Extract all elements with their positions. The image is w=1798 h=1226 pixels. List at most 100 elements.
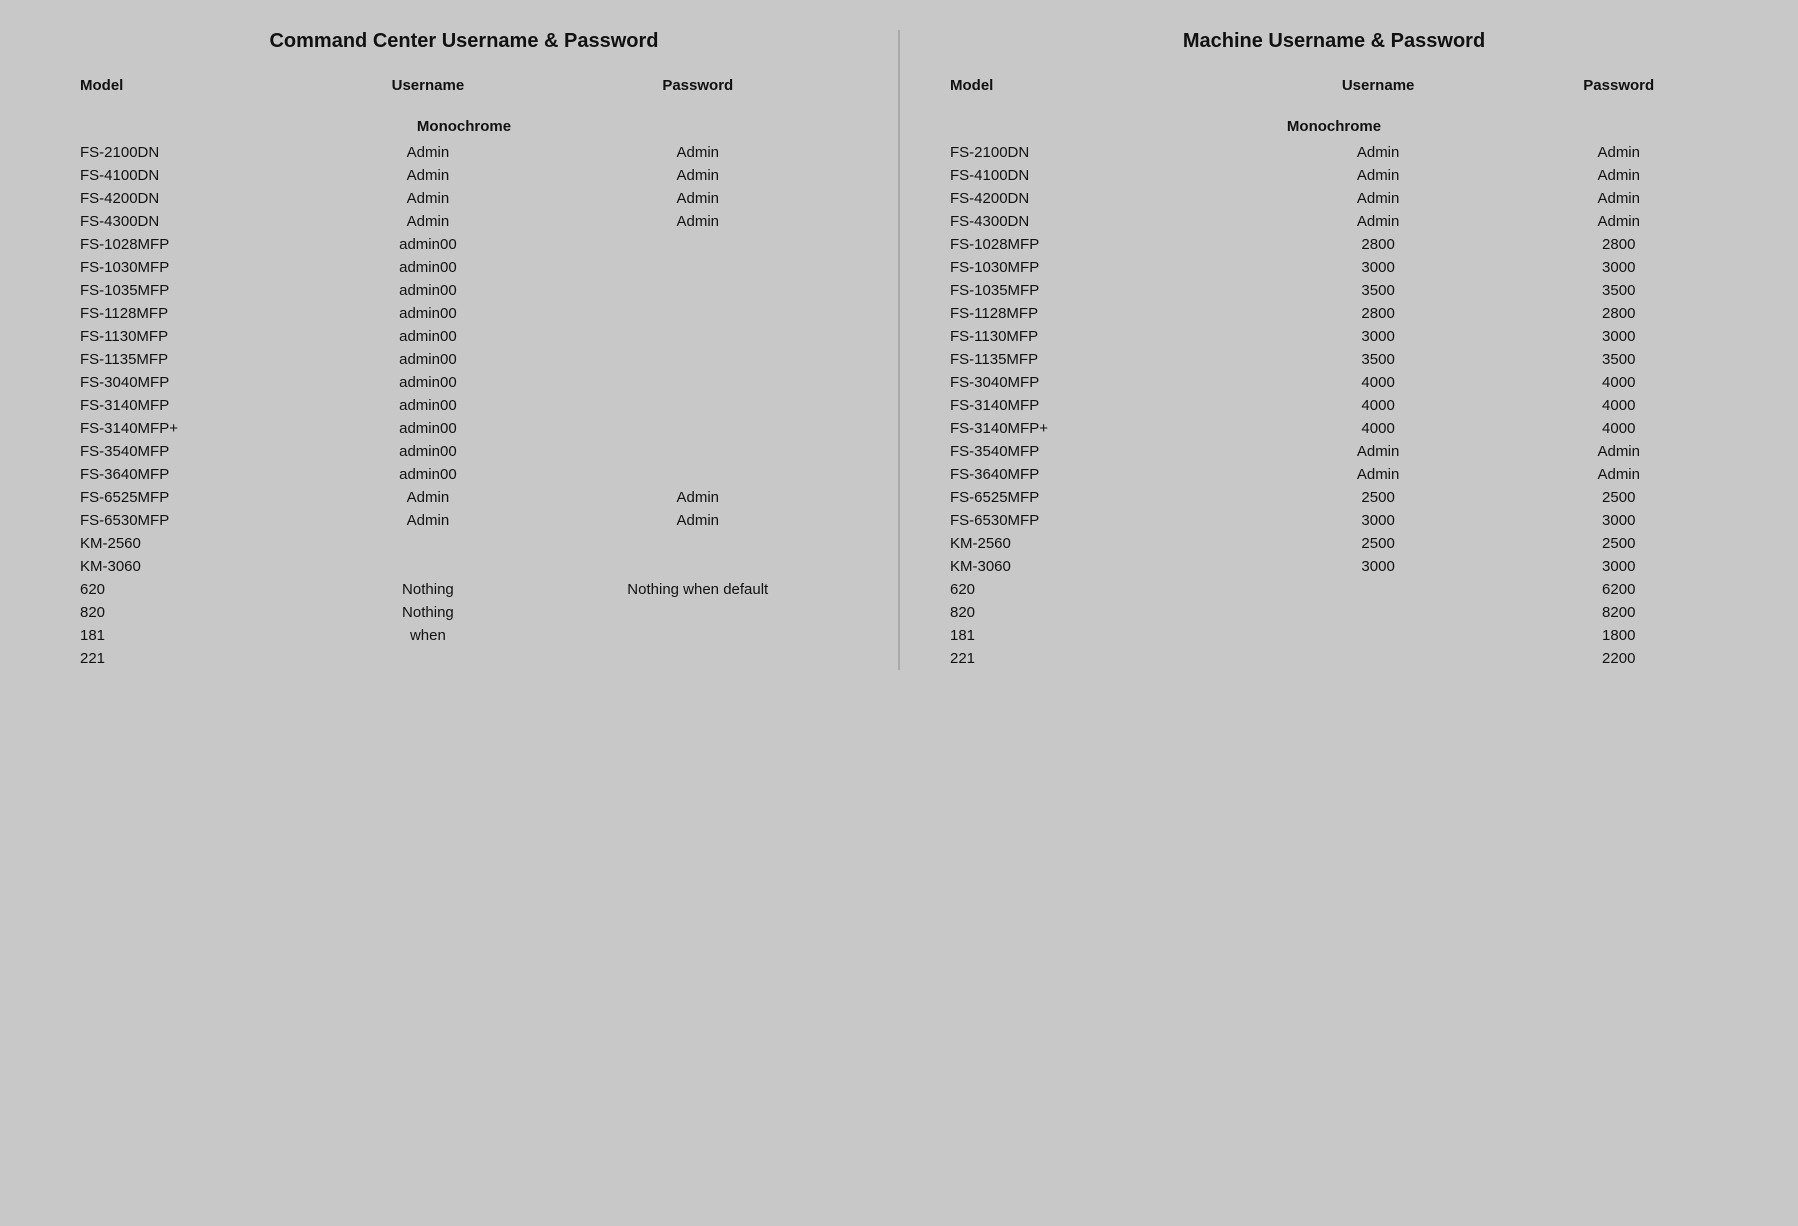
cell-model: FS-3640MFP bbox=[930, 463, 1257, 486]
cell-username: Admin bbox=[328, 210, 527, 233]
cell-password: 1800 bbox=[1499, 624, 1738, 647]
cell-username: Admin bbox=[1257, 440, 1500, 463]
cell-username: 2800 bbox=[1257, 233, 1500, 256]
cell-model: FS-2100DN bbox=[60, 141, 328, 164]
cell-username: Admin bbox=[328, 141, 527, 164]
cell-password bbox=[528, 555, 868, 578]
right-header-row: Model Username Password bbox=[930, 73, 1738, 104]
cell-model: FS-1135MFP bbox=[930, 348, 1257, 371]
cell-username: Admin bbox=[328, 164, 527, 187]
cell-password bbox=[528, 440, 868, 463]
cell-password: 6200 bbox=[1499, 578, 1738, 601]
cell-username bbox=[328, 532, 527, 555]
cell-password: 4000 bbox=[1499, 394, 1738, 417]
cell-password bbox=[528, 647, 868, 670]
right-section-title: Machine Username & Password bbox=[930, 30, 1738, 53]
cell-model: FS-4300DN bbox=[60, 210, 328, 233]
cell-model: FS-1128MFP bbox=[60, 302, 328, 325]
table-row: FS-3040MFPadmin00 bbox=[60, 371, 868, 394]
cell-password: 3000 bbox=[1499, 555, 1738, 578]
table-row: FS-3140MFP+40004000 bbox=[930, 417, 1738, 440]
cell-model: 221 bbox=[60, 647, 328, 670]
cell-username: 3500 bbox=[1257, 279, 1500, 302]
cell-password bbox=[528, 325, 868, 348]
cell-username: 2500 bbox=[1257, 486, 1500, 509]
cell-model: FS-3540MFP bbox=[60, 440, 328, 463]
cell-password: Admin bbox=[528, 187, 868, 210]
cell-model: FS-1028MFP bbox=[60, 233, 328, 256]
cell-model: FS-6525MFP bbox=[930, 486, 1257, 509]
table-row: FS-1128MFP28002800 bbox=[930, 302, 1738, 325]
table-row: FS-6525MFPAdminAdmin bbox=[60, 486, 868, 509]
cell-username: Nothing bbox=[328, 601, 527, 624]
cell-username bbox=[1257, 624, 1500, 647]
table-row: KM-256025002500 bbox=[930, 532, 1738, 555]
cell-password bbox=[528, 463, 868, 486]
cell-username: 4000 bbox=[1257, 394, 1500, 417]
cell-username: when bbox=[328, 624, 527, 647]
cell-username: admin00 bbox=[328, 463, 527, 486]
cell-model: 620 bbox=[930, 578, 1257, 601]
cell-password bbox=[528, 371, 868, 394]
table-row: FS-3640MFPadmin00 bbox=[60, 463, 868, 486]
cell-password bbox=[528, 302, 868, 325]
cell-password bbox=[528, 532, 868, 555]
table-row: 620 6200 bbox=[930, 578, 1738, 601]
cell-model: FS-4300DN bbox=[930, 210, 1257, 233]
cell-username: 4000 bbox=[1257, 417, 1500, 440]
cell-model: KM-3060 bbox=[930, 555, 1257, 578]
table-row: FS-1035MFP35003500 bbox=[930, 279, 1738, 302]
left-section-title: Command Center Username & Password bbox=[60, 30, 868, 53]
cell-username: admin00 bbox=[328, 279, 527, 302]
cell-password: Admin bbox=[1499, 463, 1738, 486]
cell-username: 3000 bbox=[1257, 509, 1500, 532]
cell-username: Admin bbox=[328, 187, 527, 210]
cell-password: 3500 bbox=[1499, 279, 1738, 302]
cell-model: FS-3040MFP bbox=[930, 371, 1257, 394]
cell-username: Admin bbox=[1257, 141, 1500, 164]
cell-password bbox=[528, 417, 868, 440]
cell-username: admin00 bbox=[328, 325, 527, 348]
table-row: FS-6525MFP25002500 bbox=[930, 486, 1738, 509]
cell-model: FS-6530MFP bbox=[60, 509, 328, 532]
table-row: FS-3640MFPAdminAdmin bbox=[930, 463, 1738, 486]
table-row: 221 bbox=[60, 647, 868, 670]
left-col-model: Model bbox=[60, 73, 328, 104]
cell-model: 221 bbox=[930, 647, 1257, 670]
cell-username: admin00 bbox=[328, 371, 527, 394]
cell-password bbox=[528, 348, 868, 371]
cell-password: 3000 bbox=[1499, 509, 1738, 532]
cell-model: 181 bbox=[930, 624, 1257, 647]
table-row: 2212200 bbox=[930, 647, 1738, 670]
cell-password bbox=[528, 256, 868, 279]
cell-model: KM-2560 bbox=[60, 532, 328, 555]
table-row: FS-6530MFP30003000 bbox=[930, 509, 1738, 532]
table-row: FS-3540MFPadmin00 bbox=[60, 440, 868, 463]
cell-password: Admin bbox=[528, 210, 868, 233]
cell-username bbox=[1257, 578, 1500, 601]
cell-model: FS-4200DN bbox=[930, 187, 1257, 210]
cell-password bbox=[528, 279, 868, 302]
table-row: FS-6530MFPAdminAdmin bbox=[60, 509, 868, 532]
cell-password: Admin bbox=[528, 141, 868, 164]
cell-password bbox=[528, 394, 868, 417]
cell-model: FS-3640MFP bbox=[60, 463, 328, 486]
cell-model: FS-1030MFP bbox=[930, 256, 1257, 279]
cell-username: Admin bbox=[1257, 463, 1500, 486]
cell-username: admin00 bbox=[328, 348, 527, 371]
cell-model: FS-1035MFP bbox=[930, 279, 1257, 302]
cell-model: FS-3040MFP bbox=[60, 371, 328, 394]
table-row: FS-4300DNAdminAdmin bbox=[930, 210, 1738, 233]
section-divider bbox=[898, 30, 900, 670]
table-row: FS-3140MFP+admin00 bbox=[60, 417, 868, 440]
table-row: FS-1130MFPadmin00 bbox=[60, 325, 868, 348]
cell-username bbox=[1257, 601, 1500, 624]
cell-password bbox=[528, 624, 868, 647]
right-col-model: Model bbox=[930, 73, 1257, 104]
cell-username: admin00 bbox=[328, 440, 527, 463]
table-row: FS-1035MFPadmin00 bbox=[60, 279, 868, 302]
right-col-username: Username bbox=[1257, 73, 1500, 104]
table-row: KM-2560 bbox=[60, 532, 868, 555]
cell-model: 181 bbox=[60, 624, 328, 647]
cell-model: FS-3140MFP bbox=[60, 394, 328, 417]
